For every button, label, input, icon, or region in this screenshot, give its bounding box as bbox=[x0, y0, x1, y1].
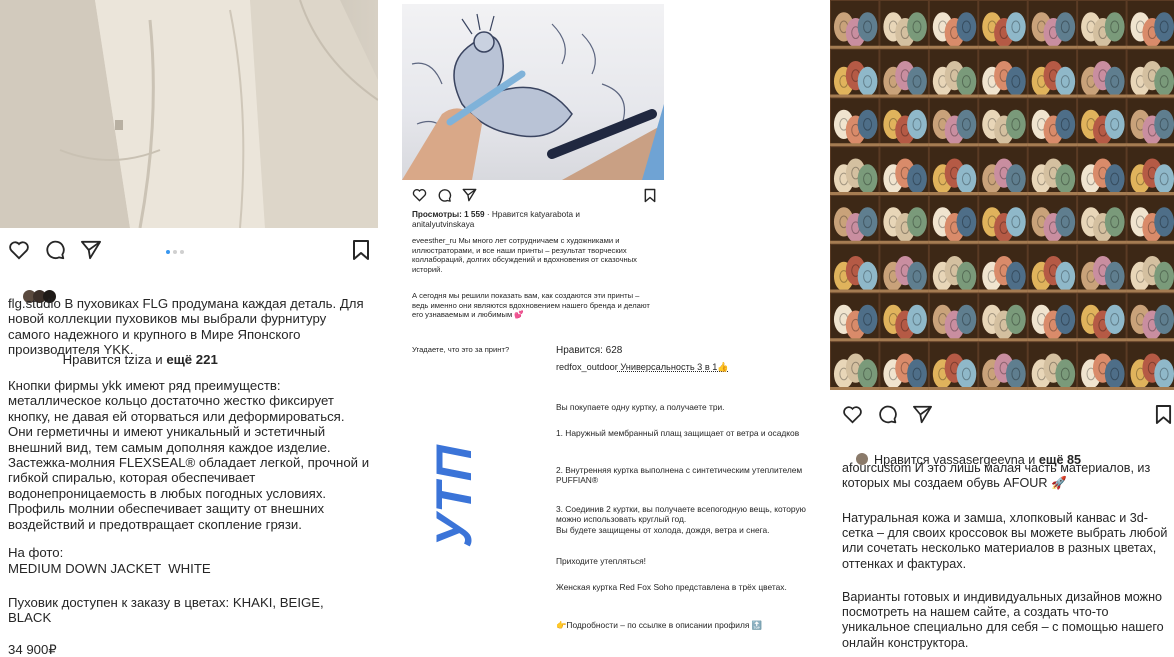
post-actions bbox=[412, 186, 656, 204]
caption-paragraph-2: А сегодня мы решили показать вам, как со… bbox=[412, 291, 652, 320]
share-icon[interactable] bbox=[462, 188, 477, 202]
caption-line-1: Вы покупаете одну куртку, а получаете тр… bbox=[556, 402, 725, 412]
jacket-illustration bbox=[0, 0, 379, 229]
views-line: Просмотры: 1 559 · Нравится katyarabota … bbox=[412, 210, 583, 229]
post-photo-jacket[interactable] bbox=[0, 0, 379, 229]
caption-line-3: 2. Внутренняя куртка выполнена с синтети… bbox=[556, 465, 805, 486]
bookmark-icon[interactable] bbox=[352, 239, 370, 261]
username[interactable]: flg.studio bbox=[8, 296, 61, 311]
post-photo-drawing[interactable] bbox=[402, 4, 664, 180]
heart-icon[interactable] bbox=[842, 405, 863, 424]
username[interactable]: redfox_outdoor bbox=[556, 362, 618, 372]
caption: flg.studio В пуховиках FLG продумана каж… bbox=[8, 296, 368, 358]
caption-photo-label: На фото: bbox=[8, 545, 64, 560]
bookmark-icon[interactable] bbox=[1155, 404, 1172, 425]
username[interactable]: eveesther_ru bbox=[412, 236, 456, 245]
comment-icon[interactable] bbox=[44, 239, 66, 261]
likes-count[interactable]: Нравится: 628 bbox=[556, 345, 622, 357]
post-afourcustom: Нравится vassasergeevna и ещё 85 afourcu… bbox=[828, 0, 1174, 650]
middle-column: Просмотры: 1 559 · Нравится katyarabota … bbox=[400, 0, 820, 649]
caption-paragraph-3: Варианты готовых и индивидуальных дизайн… bbox=[842, 590, 1168, 650]
username[interactable]: afourcustom bbox=[842, 461, 911, 475]
share-icon[interactable] bbox=[912, 405, 933, 424]
bookmark-icon[interactable] bbox=[644, 188, 656, 203]
heart-icon[interactable] bbox=[412, 188, 427, 202]
shelves-illustration bbox=[830, 1, 1174, 390]
heart-icon[interactable] bbox=[8, 240, 30, 260]
comment-icon[interactable] bbox=[877, 404, 898, 425]
caption: afourcustom И это лишь малая часть матер… bbox=[842, 461, 1154, 491]
caption-line-6: Женская куртка Red Fox Soho представлена… bbox=[556, 582, 787, 592]
post-photo-leather-shelves[interactable] bbox=[830, 0, 1174, 390]
caption-colors: Пуховик доступен к заказу в цветах: KHAK… bbox=[8, 595, 328, 626]
caption: eveesther_ru Мы много лет сотрудничаем с… bbox=[412, 236, 640, 274]
caption-line-5: Приходите утепляться! bbox=[556, 556, 647, 566]
post-flg-studio: Нравится tziza и ещё 221 flg.studio В пу… bbox=[0, 0, 380, 657]
drawing-illustration bbox=[402, 13, 664, 180]
post-actions bbox=[842, 402, 1172, 426]
carousel-dots bbox=[166, 241, 187, 259]
caption-line-4: 3. Соединив 2 куртки, вы получаете всепо… bbox=[556, 504, 806, 535]
caption-price: 34 900₽ bbox=[8, 642, 57, 657]
caption-paragraph-2: Кнопки фирмы ykk имеют ряд преимуществ: … bbox=[8, 378, 373, 532]
utp-label: УТП bbox=[426, 444, 482, 548]
caption-line-7: 👉Подробности – по ссылке в описании проф… bbox=[556, 620, 763, 630]
share-icon[interactable] bbox=[80, 240, 102, 260]
post-actions bbox=[8, 238, 370, 262]
comment-icon[interactable] bbox=[437, 188, 452, 203]
caption-question: Угадаете, что это за принт? bbox=[412, 345, 510, 354]
caption-paragraph-2: Натуральная кожа и замша, хлопковый канв… bbox=[842, 511, 1171, 571]
caption-line-2: 1. Наружный мембранный плащ защищает от … bbox=[556, 428, 800, 438]
caption-headline: redfox_outdoor Универсальность 3 в 1👍 bbox=[556, 362, 729, 372]
caption-photo-value: MEDIUM DOWN JACKET WHITE bbox=[8, 561, 211, 576]
